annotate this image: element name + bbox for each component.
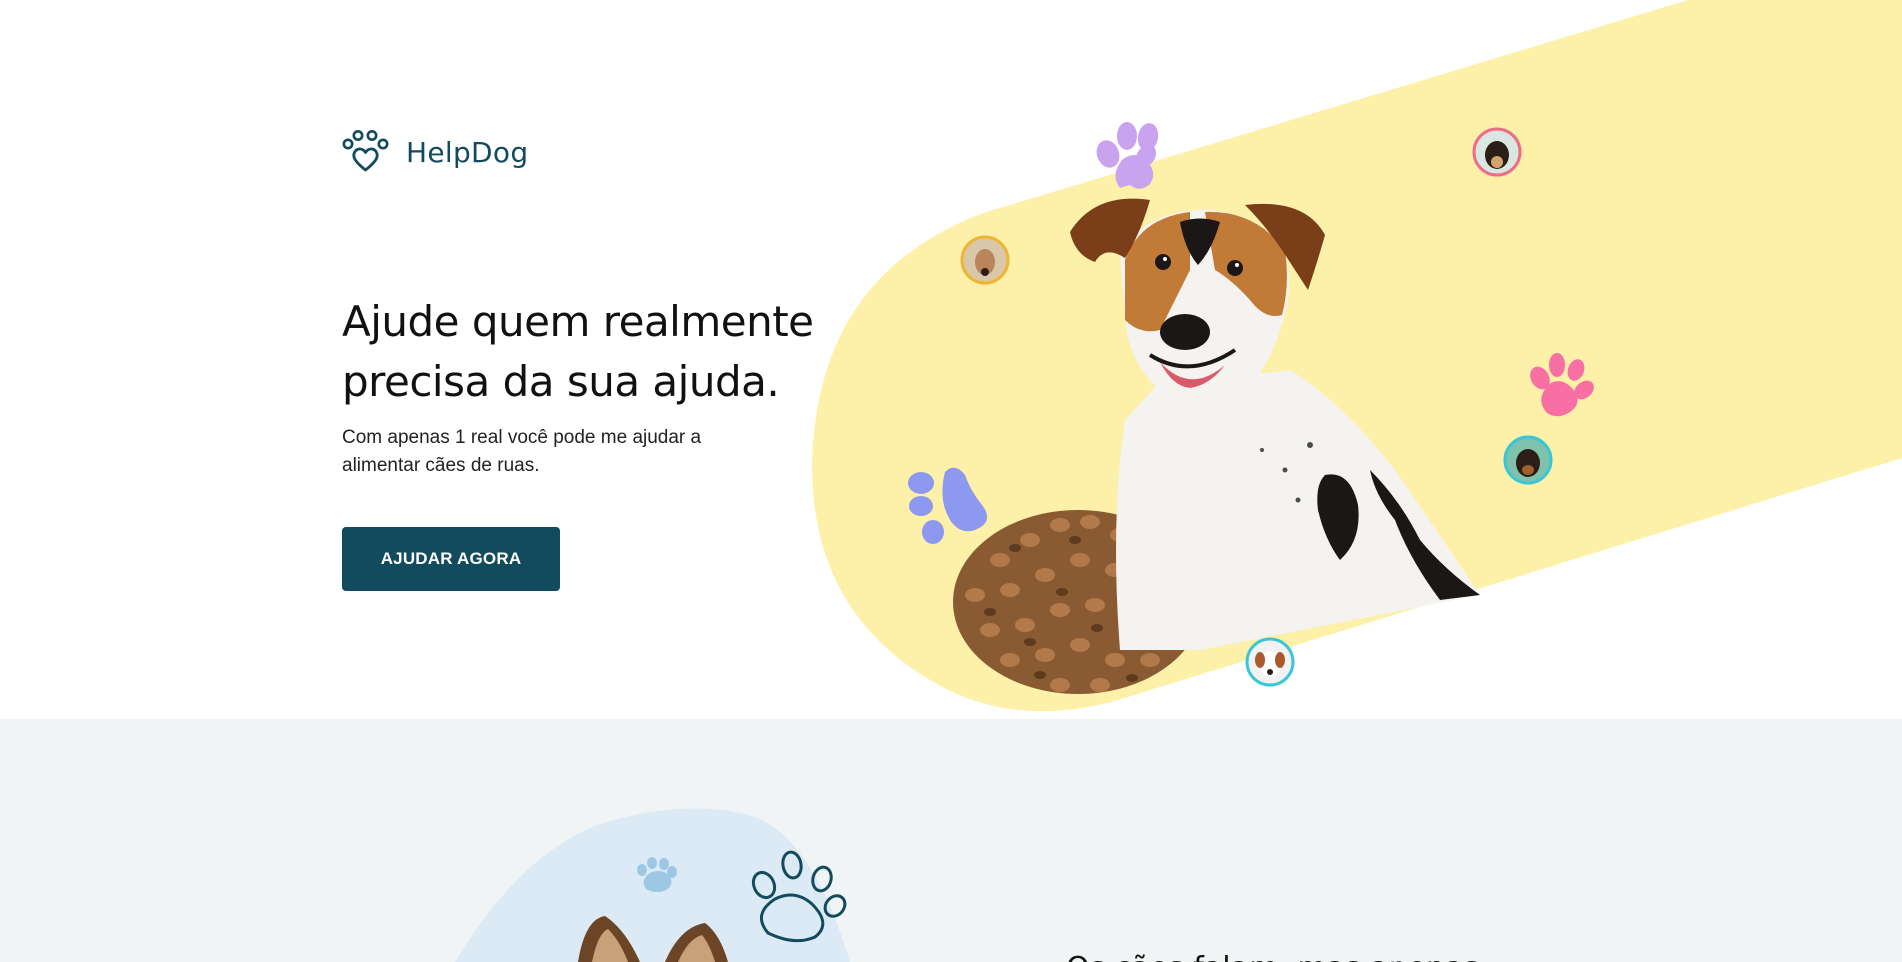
- dog-avatar-2: [1472, 127, 1522, 177]
- about-illustration: [455, 808, 850, 962]
- about-section: Os cães falam, mas apenas: [0, 719, 1902, 962]
- hero-section: HelpDog Ajude quem realmente precisa da …: [0, 0, 1902, 719]
- dog-avatar-4: [1245, 637, 1295, 687]
- dog-avatar-3: [1503, 435, 1553, 485]
- blue-paw-icon: [908, 467, 988, 544]
- hero-illustration: [908, 122, 1594, 694]
- dog-avatar-1: [960, 235, 1010, 285]
- dog-illustration: [1070, 198, 1480, 650]
- purple-paw-icon: [1096, 122, 1159, 189]
- pink-paw-icon: [1530, 353, 1594, 417]
- landing-page: HelpDog Ajude quem realmente precisa da …: [0, 0, 1902, 962]
- about-heading: Os cães falam, mas apenas: [1066, 949, 1479, 962]
